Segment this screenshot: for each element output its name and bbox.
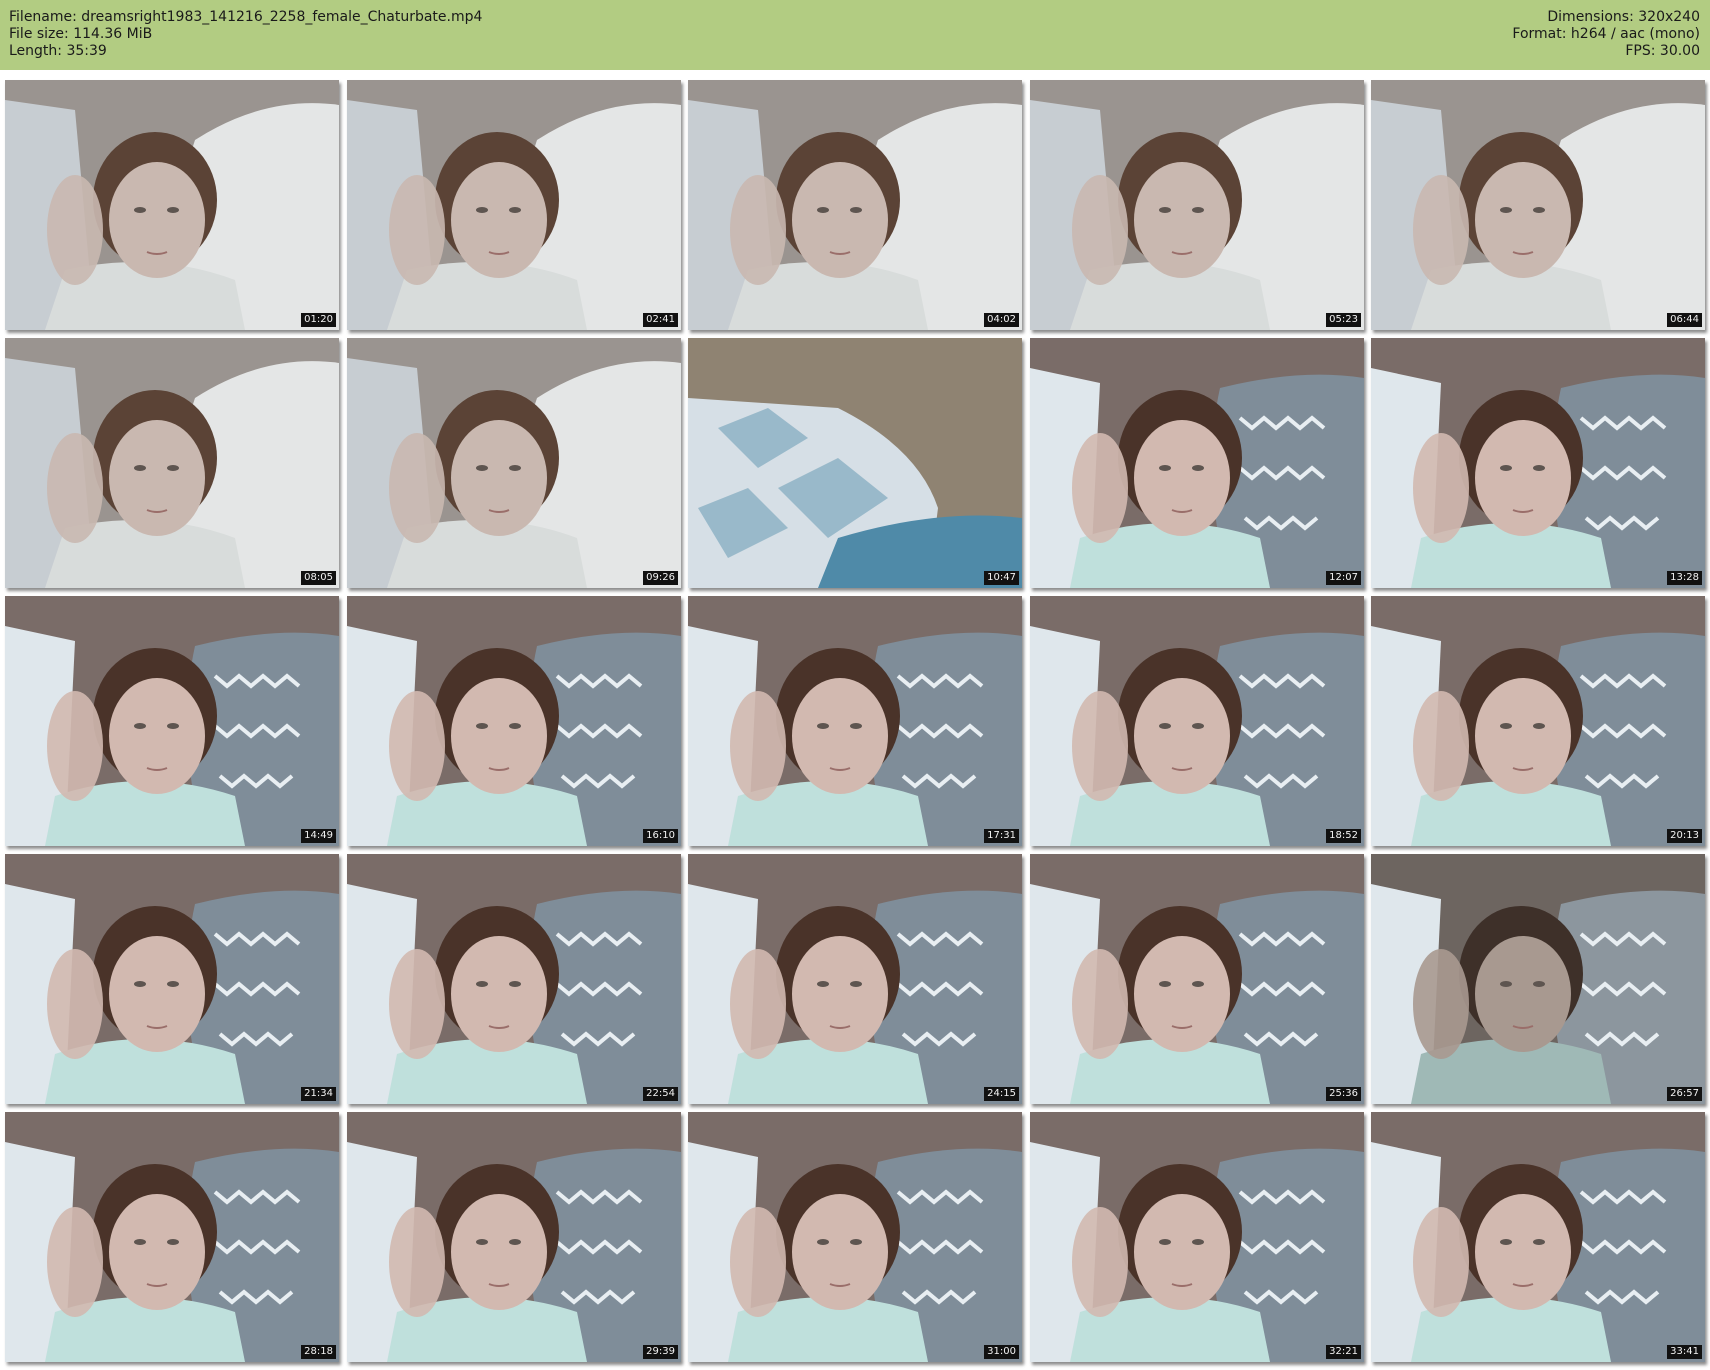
thumbnail-frame: 33:41 <box>1371 1112 1705 1362</box>
thumbnail-frame: 21:34 <box>5 854 339 1104</box>
timestamp-label: 31:00 <box>984 1345 1019 1359</box>
timestamp-label: 12:07 <box>1326 571 1361 585</box>
video-frame-image <box>1371 338 1705 588</box>
thumbnail-frame: 28:18 <box>5 1112 339 1362</box>
timestamp-label: 06:44 <box>1667 313 1702 327</box>
video-frame-image <box>5 80 339 330</box>
video-frame-image <box>1371 596 1705 846</box>
thumbnail-frame: 13:28 <box>1371 338 1705 588</box>
thumbnail-frame: 09:26 <box>347 338 681 588</box>
thumbnail-frame: 12:07 <box>1030 338 1364 588</box>
timestamp-label: 02:41 <box>643 313 678 327</box>
video-frame-image <box>1030 1112 1364 1362</box>
video-frame-image <box>5 1112 339 1362</box>
timestamp-label: 14:49 <box>301 829 336 843</box>
length-text: Length: 35:39 <box>9 43 107 59</box>
video-frame-image <box>688 338 1022 588</box>
filesize-text: File size: 114.36 MiB <box>9 26 153 42</box>
thumbnail-frame: 25:36 <box>1030 854 1364 1104</box>
thumbnail-frame: 06:44 <box>1371 80 1705 330</box>
video-frame-image <box>347 596 681 846</box>
thumbnail-frame: 01:20 <box>5 80 339 330</box>
video-frame-image <box>688 1112 1022 1362</box>
video-frame-image <box>1030 338 1364 588</box>
thumbnail-frame: 17:31 <box>688 596 1022 846</box>
dimensions-text: Dimensions: 320x240 <box>1547 9 1700 25</box>
thumbnail-frame: 18:52 <box>1030 596 1364 846</box>
thumbnail-frame: 10:47 <box>688 338 1022 588</box>
timestamp-label: 26:57 <box>1667 1087 1702 1101</box>
video-frame-image <box>347 80 681 330</box>
thumbnail-frame: 02:41 <box>347 80 681 330</box>
timestamp-label: 10:47 <box>984 571 1019 585</box>
video-frame-image <box>1371 854 1705 1104</box>
timestamp-label: 21:34 <box>301 1087 336 1101</box>
thumbnail-frame: 04:02 <box>688 80 1022 330</box>
timestamp-label: 01:20 <box>301 313 336 327</box>
timestamp-label: 29:39 <box>643 1345 678 1359</box>
video-frame-image <box>347 854 681 1104</box>
timestamp-label: 17:31 <box>984 829 1019 843</box>
thumbnail-frame: 16:10 <box>347 596 681 846</box>
timestamp-label: 05:23 <box>1326 313 1361 327</box>
timestamp-label: 04:02 <box>984 313 1019 327</box>
video-frame-image <box>688 80 1022 330</box>
timestamp-label: 18:52 <box>1326 829 1361 843</box>
timestamp-label: 25:36 <box>1326 1087 1361 1101</box>
video-frame-image <box>347 1112 681 1362</box>
video-frame-image <box>5 596 339 846</box>
info-header: Filename: dreamsright1983_141216_2258_fe… <box>0 0 1710 70</box>
video-frame-image <box>1030 80 1364 330</box>
timestamp-label: 33:41 <box>1667 1345 1702 1359</box>
filename-text: Filename: dreamsright1983_141216_2258_fe… <box>9 9 483 25</box>
timestamp-label: 32:21 <box>1326 1345 1361 1359</box>
thumbnail-frame: 32:21 <box>1030 1112 1364 1362</box>
thumbnail-frame: 26:57 <box>1371 854 1705 1104</box>
format-text: Format: h264 / aac (mono) <box>1512 26 1700 42</box>
video-frame-image <box>1371 80 1705 330</box>
video-frame-image <box>5 338 339 588</box>
timestamp-label: 22:54 <box>643 1087 678 1101</box>
thumbnail-frame: 31:00 <box>688 1112 1022 1362</box>
header-right: Dimensions: 320x240 Format: h264 / aac (… <box>1512 9 1700 60</box>
timestamp-label: 16:10 <box>643 829 678 843</box>
video-frame-image <box>1030 854 1364 1104</box>
thumbnail-frame: 29:39 <box>347 1112 681 1362</box>
timestamp-label: 09:26 <box>643 571 678 585</box>
video-frame-image <box>688 596 1022 846</box>
thumbnail-frame: 08:05 <box>5 338 339 588</box>
thumbnail-frame: 20:13 <box>1371 596 1705 846</box>
thumbnail-frame: 14:49 <box>5 596 339 846</box>
video-frame-image <box>5 854 339 1104</box>
video-frame-image <box>1030 596 1364 846</box>
fps-text: FPS: 30.00 <box>1625 43 1700 59</box>
thumbnail-grid: 01:20 02:41 04:02 05:23 06:44 08:05 09:26 10:47… <box>5 80 1705 1364</box>
thumbnail-frame: 24:15 <box>688 854 1022 1104</box>
video-frame-image <box>1371 1112 1705 1362</box>
timestamp-label: 24:15 <box>984 1087 1019 1101</box>
video-frame-image <box>347 338 681 588</box>
thumbnail-frame: 22:54 <box>347 854 681 1104</box>
timestamp-label: 13:28 <box>1667 571 1702 585</box>
timestamp-label: 28:18 <box>301 1345 336 1359</box>
thumbnail-frame: 05:23 <box>1030 80 1364 330</box>
header-left: Filename: dreamsright1983_141216_2258_fe… <box>9 9 482 60</box>
timestamp-label: 20:13 <box>1667 829 1702 843</box>
timestamp-label: 08:05 <box>301 571 336 585</box>
video-frame-image <box>688 854 1022 1104</box>
